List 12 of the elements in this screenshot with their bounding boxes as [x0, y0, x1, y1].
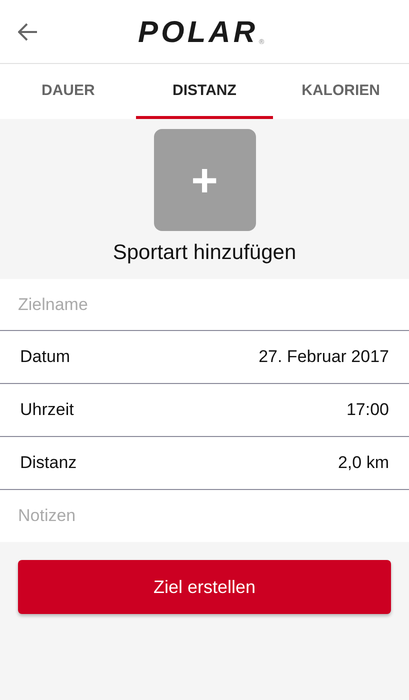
logo: POLAR — [138, 18, 258, 48]
row-value: 2,0 km — [338, 453, 389, 473]
row-label: Uhrzeit — [20, 400, 74, 420]
row-value: 27. Februar 2017 — [258, 347, 389, 367]
row-value: 17:00 — [346, 400, 389, 420]
setting-row[interactable]: Uhrzeit 17:00 — [0, 384, 409, 437]
row-label: Datum — [20, 347, 70, 367]
row-label: Distanz — [20, 453, 77, 473]
create-goal-button[interactable]: Ziel erstellen — [18, 560, 391, 614]
setting-row[interactable]: Datum 27. Februar 2017 — [0, 331, 409, 384]
add-sport-label: Sportart hinzufügen — [112, 241, 296, 265]
back-arrow-icon — [18, 22, 38, 40]
